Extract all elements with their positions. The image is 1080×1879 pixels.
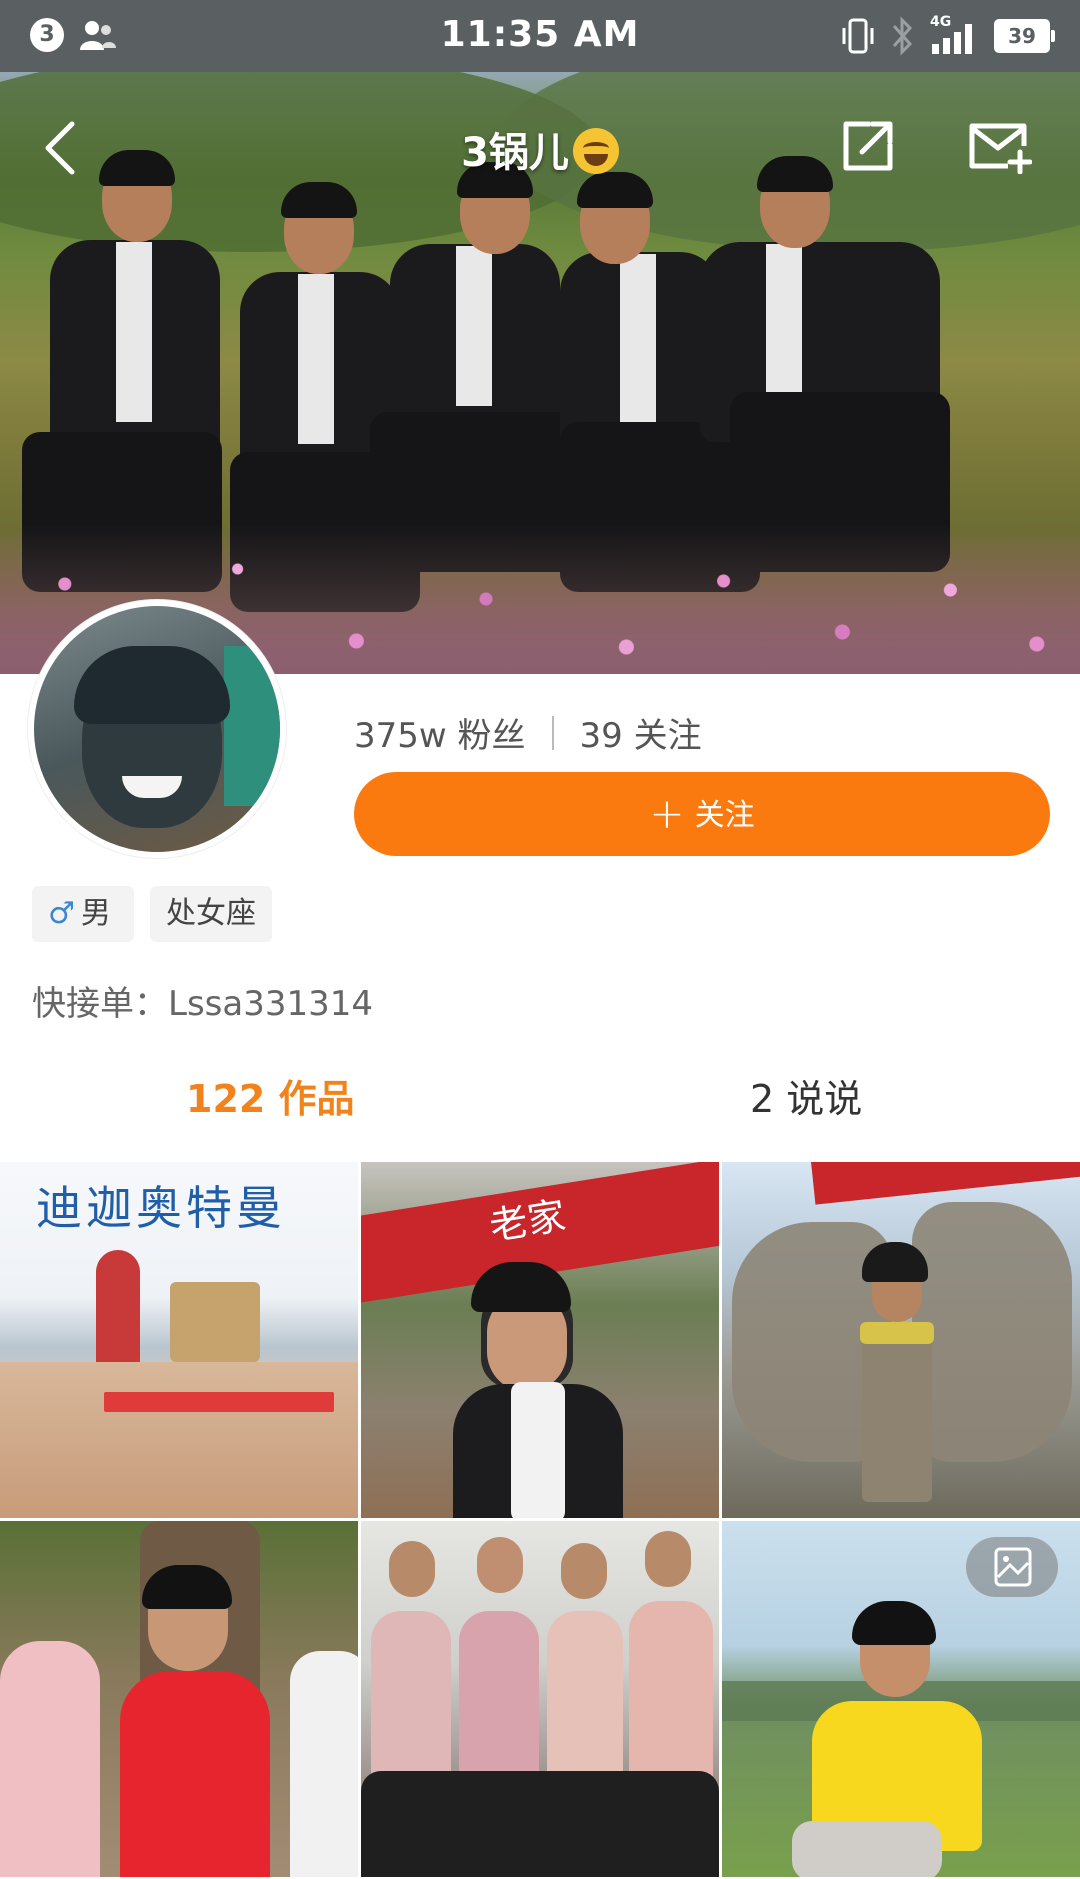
bluetooth-icon bbox=[892, 16, 913, 56]
profile-bio: 快接单：Lssa331314 bbox=[32, 984, 373, 1024]
vibrate-icon bbox=[842, 18, 874, 54]
thumbnail-caption: 迪迦奥特曼 bbox=[36, 1181, 286, 1235]
gender-label: 男 bbox=[80, 896, 111, 931]
work-thumbnail[interactable] bbox=[361, 1521, 719, 1877]
male-icon: ♂ bbox=[48, 896, 75, 931]
profile-stats: 375w 粉丝 39 关注 bbox=[354, 708, 702, 757]
cellular-signal-icon: 4G bbox=[930, 14, 978, 56]
work-thumbnail[interactable] bbox=[722, 1521, 1080, 1877]
tab-works[interactable]: 122 作品 bbox=[186, 1068, 355, 1123]
plus-icon: + bbox=[649, 789, 685, 838]
gender-tag: ♂ 男 bbox=[32, 886, 134, 942]
image-icon bbox=[966, 1537, 1058, 1597]
work-thumbnail[interactable]: 老家 bbox=[361, 1162, 719, 1518]
fans-count[interactable]: 375w 粉丝 bbox=[354, 708, 526, 757]
follow-button[interactable]: + 关注 bbox=[354, 772, 1050, 856]
follow-button-label: 关注 bbox=[694, 798, 755, 833]
profile-name: 3锅儿 bbox=[461, 130, 569, 176]
battery-icon: 39 bbox=[994, 19, 1055, 53]
face-with-tears-of-joy-icon bbox=[572, 128, 619, 174]
status-bar: 3 11:35 AM 4G 39 bbox=[0, 0, 1080, 72]
work-thumbnail[interactable] bbox=[0, 1521, 358, 1877]
message-icon[interactable] bbox=[968, 118, 1032, 174]
works-grid: 迪迦奥特曼 老家 bbox=[0, 1162, 1080, 1879]
stats-divider bbox=[551, 715, 554, 750]
zodiac-tag: 处女座 bbox=[150, 886, 272, 942]
work-thumbnail[interactable] bbox=[722, 1162, 1080, 1518]
tab-posts[interactable]: 2 说说 bbox=[750, 1068, 862, 1123]
avatar[interactable] bbox=[28, 600, 286, 858]
share-icon[interactable] bbox=[840, 118, 896, 174]
profile-title: 3锅儿 bbox=[0, 120, 1080, 178]
work-thumbnail[interactable]: 迪迦奥特曼 bbox=[0, 1162, 358, 1518]
thumbnail-caption: 老家 bbox=[486, 1193, 569, 1249]
following-count[interactable]: 39 关注 bbox=[580, 708, 702, 757]
